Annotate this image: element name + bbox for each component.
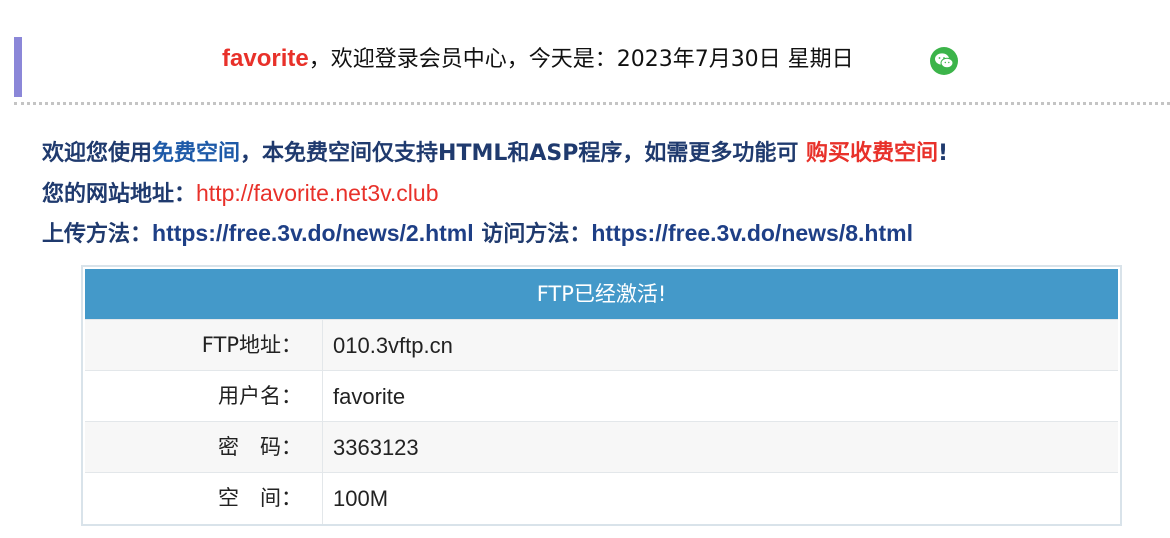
site-address-line: 您的网站地址：http://favorite.net3v.club [42,178,439,210]
site-address-label: 您的网站地址： [42,182,197,207]
space-value: 100M [333,486,389,511]
table-row: 密 码： 3363123 [85,421,1118,473]
password-label: 密 码： [85,422,323,473]
space-label: 空 间： [85,473,323,524]
welcome-header: favorite，欢迎登录会员中心，今天是：2023年7月30日 星期日 [222,42,854,77]
buy-paid-space-link[interactable]: 购买收费空间 [806,141,938,166]
header-divider [14,102,1170,105]
greeting-text: ，欢迎登录会员中心，今天是：2023年7月30日 星期日 [308,47,854,72]
table-row: 空 间： 100M [85,472,1118,524]
intro-middle: ，本免费空间仅支持HTML和ASP程序，如需更多功能可 [240,141,807,166]
upload-method-link[interactable]: https://free.3v.do/news/2.html [152,220,474,246]
intro-prefix: 欢迎您使用 [42,141,153,166]
ftp-info-table: FTP已经激活! FTP地址： 010.3vftp.cn 用户名： favori… [81,265,1122,526]
visit-method-label: 访问方法： [473,222,592,247]
ftp-address-label: FTP地址： [85,320,323,371]
site-address-link[interactable]: http://favorite.net3v.club [196,180,439,206]
upload-method-label: 上传方法： [42,222,153,247]
table-row: FTP地址： 010.3vftp.cn [85,319,1118,371]
intro-line: 欢迎您使用免费空间，本免费空间仅支持HTML和ASP程序，如需更多功能可 购买收… [42,139,948,169]
ftp-table-title: FTP已经激活! [85,269,1118,319]
wechat-icon[interactable] [930,47,958,75]
member-center-page: favorite，欢迎登录会员中心，今天是：2023年7月30日 星期日 欢迎您… [0,0,1170,538]
visit-method-link[interactable]: https://free.3v.do/news/8.html [591,220,913,246]
ftp-address-value: 010.3vftp.cn [333,333,453,358]
header-accent-bar [14,37,22,97]
password-value: 3363123 [333,435,419,460]
free-space-link[interactable]: 免费空间 [152,141,240,166]
username-label: 用户名： [85,371,323,422]
username: favorite [222,45,309,72]
username-value: favorite [333,384,406,409]
intro-end: ! [938,141,949,166]
table-row: 用户名： favorite [85,370,1118,422]
methods-line: 上传方法：https://free.3v.do/news/2.html 访问方法… [42,218,913,250]
